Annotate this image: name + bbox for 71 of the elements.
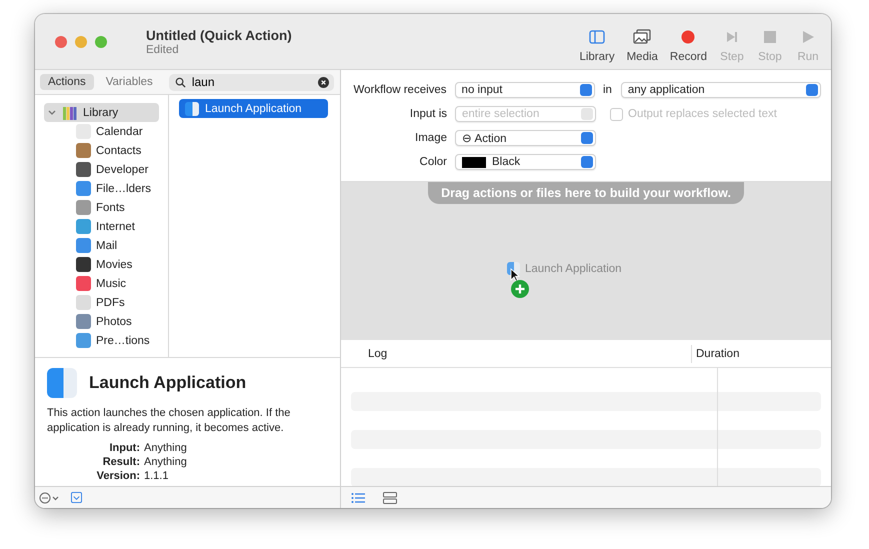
- sidebar-item[interactable]: Internet: [44, 217, 168, 236]
- category-icon: [76, 219, 91, 234]
- category-icon: [76, 162, 91, 177]
- category-icon: [76, 314, 91, 329]
- sidebar-item[interactable]: Pre…tions: [44, 331, 168, 350]
- category-icon: [76, 238, 91, 253]
- sidebar-item[interactable]: Photos: [44, 312, 168, 331]
- zoom-icon[interactable]: [95, 36, 107, 48]
- category-icon: [76, 181, 91, 196]
- application-select[interactable]: any application: [620, 82, 821, 98]
- category-icon: [76, 276, 91, 291]
- color-swatch: [462, 156, 486, 168]
- category-icon: [76, 257, 91, 272]
- library-button[interactable]: Library: [575, 29, 619, 63]
- action-description: This action launches the chosen application. If the application is already running, it becomes active.: [47, 406, 292, 436]
- column-header[interactable]: Log: [341, 348, 691, 360]
- media-button[interactable]: Media: [622, 29, 662, 63]
- books-icon: [62, 104, 78, 120]
- sidebar-item[interactable]: Contacts: [44, 141, 168, 160]
- close-icon[interactable]: [55, 36, 67, 48]
- library-icon: [587, 29, 608, 45]
- library-tab[interactable]: Variables: [98, 74, 161, 90]
- dragged-action: Launch Application: [525, 262, 622, 274]
- sidebar-item[interactable]: Movies: [44, 255, 168, 274]
- sidebar-item[interactable]: File…lders: [44, 179, 168, 198]
- category-icon: [76, 200, 91, 215]
- description-toggle-icon[interactable]: [71, 492, 82, 503]
- sidebar-item[interactable]: Developer: [44, 160, 168, 179]
- search-icon: [174, 76, 186, 88]
- field-value: Anything: [144, 455, 187, 469]
- action-title: Launch Application: [89, 373, 246, 393]
- image-select[interactable]: ⊖ Action: [455, 130, 596, 146]
- category-icon: [76, 295, 91, 310]
- category-icon: [76, 143, 91, 158]
- library-tab[interactable]: Actions: [40, 74, 94, 90]
- field-value: Anything: [144, 441, 187, 455]
- field-label: Workflow receives: [352, 84, 447, 96]
- add-icon: [511, 280, 529, 298]
- window-subtitle: Edited: [146, 44, 180, 56]
- cursor-icon: [510, 268, 520, 282]
- input-type-select[interactable]: no input: [454, 82, 595, 98]
- field-label: Input:: [108, 441, 140, 455]
- field-label: in: [602, 84, 613, 96]
- record-button[interactable]: Record: [666, 29, 711, 63]
- field-label: Color: [418, 156, 447, 168]
- field-label: Input is: [408, 108, 447, 120]
- more-options-icon[interactable]: [39, 492, 61, 504]
- field-label: Image: [414, 132, 447, 144]
- finder-icon: [47, 368, 77, 398]
- drop-hint: Drag actions or files here to build your workflow.: [428, 182, 744, 204]
- sidebar-item[interactable]: Calendar: [44, 122, 168, 141]
- sidebar-item[interactable]: Music: [44, 274, 168, 293]
- media-icon: [632, 29, 652, 45]
- sidebar-item[interactable]: Mail: [44, 236, 168, 255]
- disclosure-icon[interactable]: [47, 108, 57, 118]
- clear-icon[interactable]: [318, 76, 329, 88]
- sidebar-item[interactable]: Fonts: [44, 198, 168, 217]
- window-title: Untitled (Quick Action): [146, 28, 293, 42]
- action-item[interactable]: Launch Application: [179, 99, 328, 118]
- field-label: Result:: [102, 455, 140, 469]
- search-field[interactable]: laun: [168, 74, 334, 90]
- field-label: Version:: [96, 469, 140, 483]
- flow-view-icon[interactable]: [383, 492, 397, 504]
- column-header[interactable]: Duration: [691, 344, 796, 362]
- color-select[interactable]: Black: [455, 154, 596, 170]
- field-value: 1.1.1: [144, 469, 168, 483]
- sidebar-item[interactable]: PDFs: [44, 293, 168, 312]
- list-view-icon[interactable]: [351, 492, 365, 504]
- finder-icon: [185, 102, 199, 116]
- sidebar-item[interactable]: Library: [44, 103, 159, 122]
- category-icon: [76, 333, 91, 348]
